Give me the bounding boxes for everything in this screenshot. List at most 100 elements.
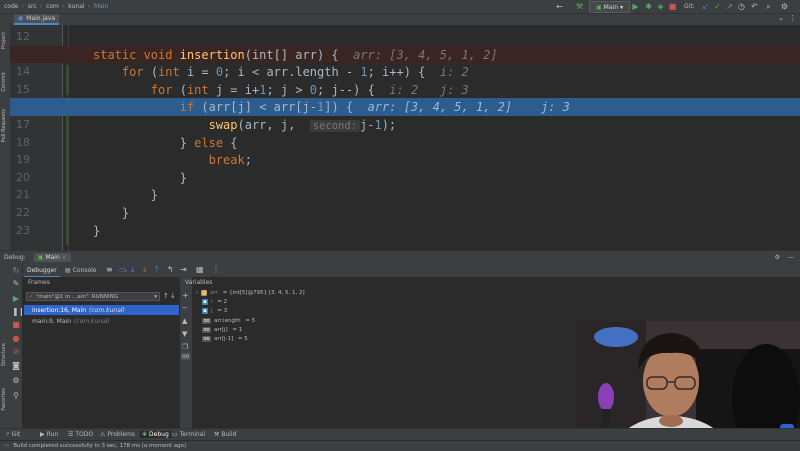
code-line[interactable]: for (int j = i+1; j > 0; j--) { i: 2 j: … <box>10 81 800 99</box>
structure-tool-tab[interactable]: Structure <box>1 343 7 366</box>
coverage-icon[interactable]: ◈ <box>656 2 665 11</box>
code-text: swap(arr, j, second: j-1); <box>93 118 396 132</box>
breadcrumb-main[interactable]: Main <box>94 3 108 10</box>
more-options-icon[interactable]: ⋮ <box>789 14 796 22</box>
thread-selector-label: "main"@1 in …ain": RUNNING <box>35 293 119 300</box>
remove-watch-icon[interactable]: − <box>182 304 188 312</box>
stop-icon[interactable]: ■ <box>12 321 20 329</box>
build-hammer-icon[interactable]: ⚒ <box>575 2 584 11</box>
variable-row[interactable]: › @ arr = {int[5]@795} [3, 4, 5, 1, 2] <box>196 290 305 296</box>
variable-row[interactable]: oo arr[j] = 1 <box>202 326 242 333</box>
drop-frame-icon[interactable]: ↰ <box>167 265 174 274</box>
show-watches-icon[interactable]: oo <box>181 353 191 360</box>
camera-icon[interactable]: ◙ <box>12 362 20 370</box>
code-line[interactable]: } <box>10 186 800 204</box>
settings-gear-icon[interactable]: ⚙ <box>780 2 789 11</box>
hide-panel-icon[interactable]: — <box>788 254 794 261</box>
project-tool-tab[interactable]: Project <box>1 32 7 49</box>
frame-row[interactable]: insertion:16, Main (com.kunal) <box>24 305 179 315</box>
history-icon[interactable]: ◷ <box>737 2 746 11</box>
variables-panel: Variables › @ arr = {int[5]@795} [3, 4, 5,… <box>185 277 572 428</box>
breadcrumb-separator: › <box>39 3 43 10</box>
code-line[interactable]: static void insertion(int[] arr) { arr: … <box>10 45 800 64</box>
tabs-dropdown-icon[interactable]: ⌄ <box>778 14 784 22</box>
tool-tab-todo[interactable]: ☰ TODO <box>68 431 93 438</box>
tool-tab-run[interactable]: ▶ Run <box>40 431 58 438</box>
rerun-icon[interactable]: ↻ <box>12 267 20 275</box>
breadcrumb-kunal[interactable]: kunal <box>68 3 84 10</box>
run-to-cursor-icon[interactable]: ⇥ <box>180 265 187 274</box>
pin-icon[interactable]: ⚲ <box>12 392 20 400</box>
debug-bug-icon[interactable]: ✱ <box>644 2 653 11</box>
editor-tab-main-java[interactable]: ● Main.java <box>14 14 60 25</box>
mute-breakpoints-icon[interactable]: ⊘ <box>12 348 20 356</box>
thread-selector[interactable]: ✓ "main"@1 in …ain": RUNNING ▾ <box>26 292 160 301</box>
search-icon[interactable]: ⌕ <box>764 2 773 11</box>
code-line[interactable]: swap(arr, j, second: j-1); <box>10 116 800 134</box>
resume-icon[interactable]: ▶ <box>12 295 20 303</box>
rollback-icon[interactable]: ↶ <box>750 2 759 11</box>
move-up-icon[interactable]: ↑ <box>163 292 169 300</box>
java-class-icon: ▣ <box>37 254 44 261</box>
git-commit-icon[interactable]: ✓ <box>713 2 722 11</box>
move-down-icon[interactable]: ↓ <box>170 292 176 300</box>
pause-icon[interactable]: ❚❚ <box>12 308 25 316</box>
expand-arrow-icon[interactable]: › <box>196 290 198 296</box>
tool-tab-label: Run <box>46 431 59 438</box>
stop-icon[interactable]: ■ <box>668 2 677 11</box>
evaluate-expression-icon[interactable]: ▦ <box>196 265 204 274</box>
move-up-icon[interactable]: ▲ <box>182 317 187 325</box>
step-out-icon[interactable]: ⤒ <box>155 265 159 275</box>
tool-tab-debug[interactable]: ✱ Debug <box>140 431 171 438</box>
tool-tab-problems[interactable]: ⚠ Problems <box>100 431 135 438</box>
more-options-icon[interactable]: ⋮ <box>212 265 220 274</box>
variable-row[interactable]: ▪ i = 2 <box>202 299 227 306</box>
close-icon[interactable]: × <box>62 254 67 261</box>
pull-requests-tool-tab[interactable]: Pull Requests <box>1 109 7 142</box>
variables-toolbar: + − ▲ ▼ ❐ oo <box>180 277 192 428</box>
code-line[interactable]: break; <box>10 151 800 169</box>
breadcrumb-code[interactable]: code <box>4 3 18 10</box>
add-watch-icon[interactable]: + <box>182 291 189 300</box>
code-line[interactable]: } <box>10 222 800 240</box>
tool-tab-terminal[interactable]: ▭ Terminal <box>172 431 205 438</box>
variable-row[interactable]: oo arr.length = 5 <box>202 317 255 324</box>
code-line[interactable]: } <box>10 169 800 187</box>
duplicate-icon[interactable]: ❐ <box>182 343 188 351</box>
favorites-tool-tab[interactable]: Favorites <box>1 388 7 411</box>
frame-row[interactable]: main:9, Main (com.kunal) <box>24 316 179 326</box>
git-update-icon[interactable]: ↙ <box>701 2 710 11</box>
step-over-icon[interactable]: ⤼ <box>119 265 128 275</box>
run-icon[interactable]: ▶ <box>631 2 640 11</box>
breadcrumb-com[interactable]: com <box>46 3 59 10</box>
code-line[interactable]: if (arr[j] < arr[j-1]) { arr: [3, 4, 5, … <box>10 98 800 116</box>
tool-tab-build[interactable]: ⚒ Build <box>214 431 236 438</box>
navigation-bar: code › src › com › kunal › Main ← ⚒ ▣ Ma… <box>0 0 800 14</box>
variable-row[interactable]: ▪ j = 3 <box>202 308 227 315</box>
code-token: 0 <box>309 82 318 97</box>
git-push-icon[interactable]: ↗ <box>725 2 734 11</box>
tab-console[interactable]: ▤ Console <box>62 265 100 276</box>
modify-config-icon[interactable]: ✎ <box>12 280 20 288</box>
code-line[interactable]: } <box>10 204 800 222</box>
debug-session-tab-main[interactable]: ▣ Main × <box>33 253 71 262</box>
run-configuration-select[interactable]: ▣ Main ▾ <box>589 1 631 13</box>
tool-tab-git[interactable]: ⑂ Git <box>6 431 20 438</box>
view-breakpoints-icon[interactable]: ● <box>12 335 20 343</box>
settings-gear-icon[interactable]: ⚙ <box>775 254 780 261</box>
variable-row[interactable]: oo arr[j-1] = 5 <box>202 336 248 342</box>
code-line[interactable]: for (int i = 0; i < arr.length - 1; i++)… <box>10 63 800 81</box>
variable-name: arr <box>210 290 218 296</box>
step-into-icon[interactable]: ⤓ <box>131 265 135 275</box>
code-line[interactable] <box>10 28 800 46</box>
code-editor[interactable]: 121314151617181920212223❤@ static void i… <box>10 25 800 250</box>
breadcrumb-src[interactable]: src <box>28 3 37 10</box>
show-execution-point-icon[interactable]: ≡ <box>106 265 113 274</box>
move-down-icon[interactable]: ▼ <box>182 330 187 338</box>
force-step-into-icon[interactable]: ⤓ <box>143 265 147 275</box>
settings-gear-icon[interactable]: ⚙ <box>12 377 20 385</box>
commit-tool-tab[interactable]: Commit <box>1 72 7 92</box>
back-arrow-icon[interactable]: ← <box>555 2 564 11</box>
code-line[interactable]: } else { <box>10 134 800 152</box>
status-toggle-icon[interactable]: ▭ <box>4 443 9 449</box>
